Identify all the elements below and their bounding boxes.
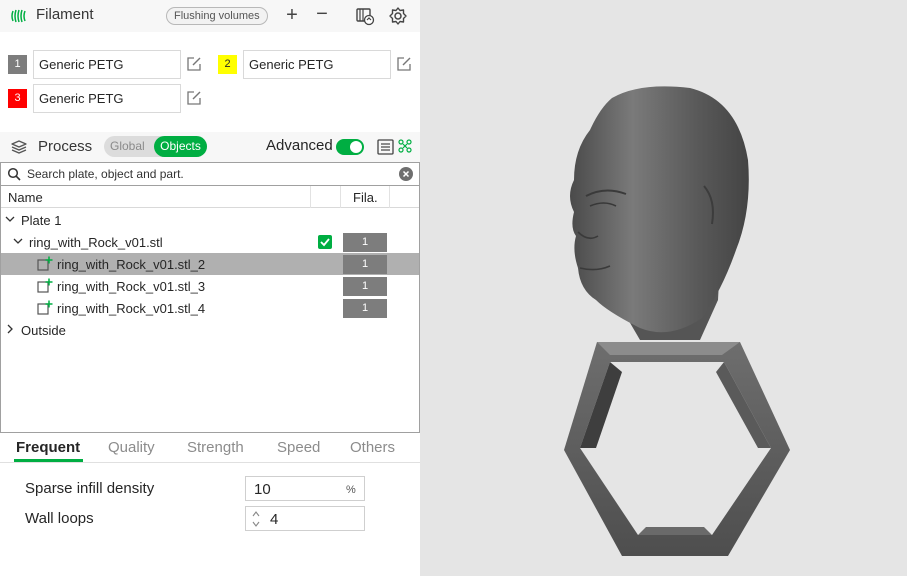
edit-filament-3-icon[interactable] bbox=[186, 90, 202, 106]
tab-quality[interactable]: Quality bbox=[108, 439, 155, 456]
settings-tabs: Frequent Quality Strength Speed Others bbox=[0, 433, 420, 463]
outside-label: Outside bbox=[21, 323, 66, 338]
tab-frequent[interactable]: Frequent bbox=[16, 439, 80, 456]
column-divider bbox=[389, 186, 390, 208]
tree-row-object[interactable]: ring_with_Rock_v01.stl 1 bbox=[1, 231, 419, 253]
process-header: Process Global Objects Advanced bbox=[0, 132, 420, 162]
process-compare-icon[interactable] bbox=[398, 139, 412, 153]
filament-header: Filament Flushing volumes + − bbox=[0, 0, 420, 32]
part-icon bbox=[37, 256, 53, 271]
column-divider bbox=[340, 186, 341, 208]
advanced-toggle[interactable] bbox=[336, 139, 364, 155]
tree-row-part[interactable]: ring_with_Rock_v01.stl_2 1 bbox=[1, 253, 419, 275]
search-input[interactable] bbox=[27, 165, 387, 183]
tree-row-part[interactable]: ring_with_Rock_v01.stl_3 1 bbox=[1, 275, 419, 297]
tree-row-part[interactable]: ring_with_Rock_v01.stl_4 1 bbox=[1, 297, 419, 319]
add-filament-button[interactable]: + bbox=[284, 5, 300, 25]
sparse-infill-unit: % bbox=[346, 484, 356, 496]
3d-viewport[interactable] bbox=[420, 0, 907, 576]
part-name: ring_with_Rock_v01.stl_2 bbox=[57, 257, 206, 272]
wall-loops-value[interactable]: 4 bbox=[270, 511, 278, 528]
advanced-label: Advanced bbox=[266, 137, 333, 154]
flushing-volumes-button[interactable]: Flushing volumes bbox=[166, 7, 268, 25]
part-icon bbox=[37, 300, 53, 315]
tab-strength[interactable]: Strength bbox=[187, 439, 244, 456]
tab-others[interactable]: Others bbox=[350, 439, 395, 456]
settings-gear-icon[interactable] bbox=[388, 6, 408, 26]
column-name[interactable]: Name bbox=[8, 190, 43, 205]
edit-filament-2-icon[interactable] bbox=[396, 56, 412, 72]
active-tab-indicator bbox=[14, 459, 83, 462]
filament-preset-2[interactable]: Generic PETG bbox=[243, 50, 391, 79]
edit-filament-1-icon[interactable] bbox=[186, 56, 202, 72]
object-search-box bbox=[0, 162, 420, 186]
filament-slot-number-2[interactable]: 2 bbox=[218, 55, 237, 74]
search-icon bbox=[7, 167, 21, 181]
increment-icon[interactable] bbox=[251, 510, 261, 518]
sparse-infill-value[interactable]: 10 bbox=[254, 481, 271, 498]
column-divider bbox=[310, 186, 311, 208]
process-list-icon[interactable] bbox=[377, 139, 394, 155]
wall-loops-label: Wall loops bbox=[25, 510, 94, 527]
global-objects-switch: Global Objects bbox=[104, 136, 207, 157]
plate-label: Plate 1 bbox=[21, 213, 62, 228]
objects-tab[interactable]: Objects bbox=[154, 136, 207, 157]
part-name: ring_with_Rock_v01.stl_4 bbox=[57, 301, 206, 316]
process-title: Process bbox=[38, 138, 93, 155]
filament-preset-3[interactable]: Generic PETG bbox=[33, 84, 181, 113]
checkbox-checked-icon[interactable] bbox=[318, 235, 332, 249]
decrement-icon[interactable] bbox=[251, 520, 261, 528]
filament-slot-number-1[interactable]: 1 bbox=[8, 55, 27, 74]
tree-row-outside[interactable]: Outside bbox=[1, 319, 419, 341]
sparse-infill-label: Sparse infill density bbox=[25, 480, 155, 497]
filament-slot-number-3[interactable]: 3 bbox=[8, 89, 27, 108]
object-filament-badge[interactable]: 1 bbox=[343, 233, 387, 252]
chevron-right-icon[interactable] bbox=[5, 324, 15, 334]
object-list-header: Name Fila. bbox=[1, 186, 419, 208]
filament-spool-icon bbox=[11, 9, 26, 23]
part-name: ring_with_Rock_v01.stl_3 bbox=[57, 279, 206, 294]
part-filament-badge[interactable]: 1 bbox=[343, 299, 387, 318]
part-filament-badge[interactable]: 1 bbox=[343, 255, 387, 274]
chevron-down-icon[interactable] bbox=[5, 214, 15, 224]
tree-row-plate[interactable]: Plate 1 bbox=[1, 209, 419, 231]
filament-sync-icon[interactable] bbox=[355, 6, 375, 26]
object-name: ring_with_Rock_v01.stl bbox=[29, 235, 163, 250]
tab-speed[interactable]: Speed bbox=[277, 439, 320, 456]
part-filament-badge[interactable]: 1 bbox=[343, 277, 387, 296]
object-list: Name Fila. Plate 1 ring_with_Rock_v01.st… bbox=[0, 186, 420, 433]
filament-title: Filament bbox=[36, 6, 94, 23]
settings-sidebar: Filament Flushing volumes + − 1 Generic … bbox=[0, 0, 420, 576]
wall-loops-field[interactable]: 4 bbox=[245, 506, 365, 531]
chevron-down-icon[interactable] bbox=[13, 236, 23, 246]
filament-preset-1[interactable]: Generic PETG bbox=[33, 50, 181, 79]
sparse-infill-field[interactable]: 10 % bbox=[245, 476, 365, 501]
clear-search-icon[interactable] bbox=[399, 167, 413, 181]
process-layers-icon bbox=[11, 140, 27, 154]
global-tab[interactable]: Global bbox=[110, 136, 145, 157]
remove-filament-button[interactable]: − bbox=[314, 4, 330, 24]
part-icon bbox=[37, 278, 53, 293]
model-preview bbox=[564, 86, 790, 556]
toggle-knob bbox=[350, 141, 362, 153]
column-filament[interactable]: Fila. bbox=[353, 190, 378, 205]
